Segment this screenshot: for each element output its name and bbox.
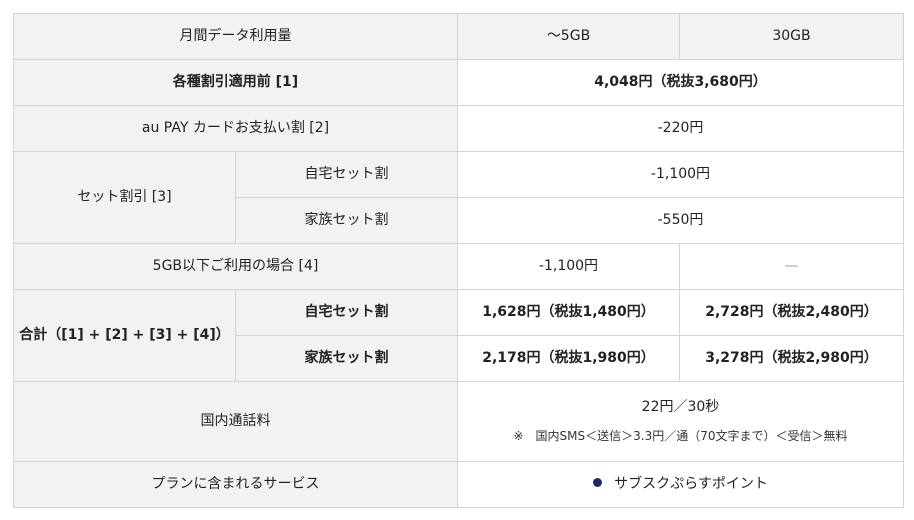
services-value: サブスクぷらすポイント xyxy=(614,475,768,492)
au-pay-row: au PAY カードお支払い割 [2] -220円 xyxy=(13,105,904,152)
under-5gb-label: 5GB以下ご利用の場合 [4] xyxy=(13,243,458,290)
total-home-row: 合計（[1] + [2] + [3] + [4]） 自宅セット割 1,628円（… xyxy=(13,289,904,382)
domestic-call-value: 22円／30秒 xyxy=(641,399,720,416)
au-pay-label: au PAY カードお支払い割 [2] xyxy=(13,105,458,152)
total-family-value-5gb: 2,178円（税抜1,980円） xyxy=(457,335,680,382)
total-family-value-30gb: 3,278円（税抜2,980円） xyxy=(679,335,904,382)
under-5gb-row: 5GB以下ご利用の場合 [4] -1,100円 — xyxy=(13,243,904,290)
plan-5gb-header: 〜5GB xyxy=(457,13,680,60)
set-discount-home-row: セット割引 [3] 自宅セット割 -1,100円 xyxy=(13,151,904,244)
data-usage-header: 月間データ利用量 xyxy=(13,13,458,60)
services-label: プランに含まれるサービス xyxy=(13,461,458,508)
total-family-label: 家族セット割 xyxy=(235,335,458,382)
au-pay-value: -220円 xyxy=(457,105,904,152)
plan-30gb-header: 30GB xyxy=(679,13,904,60)
set-discount-label: セット割引 [3] xyxy=(13,151,236,244)
total-label: 合計（[1] + [2] + [3] + [4]） xyxy=(13,289,236,382)
total-home-value-5gb: 1,628円（税抜1,480円） xyxy=(457,289,680,336)
pricing-table: 月間データ利用量 〜5GB 30GB 各種割引適用前 [1] 4,048円（税抜… xyxy=(13,13,904,508)
header-row: 月間データ利用量 〜5GB 30GB xyxy=(13,13,904,60)
base-price-value: 4,048円（税抜3,680円） xyxy=(457,59,904,106)
total-home-value-30gb: 2,728円（税抜2,480円） xyxy=(679,289,904,336)
domestic-call-row: 国内通話料 22円／30秒 ※ 国内SMS＜送信＞3.3円／通（70文字まで）＜… xyxy=(13,381,904,462)
base-price-label: 各種割引適用前 [1] xyxy=(13,59,458,106)
total-home-label: 自宅セット割 xyxy=(235,289,458,336)
bullet-icon xyxy=(593,477,603,487)
base-price-row: 各種割引適用前 [1] 4,048円（税抜3,680円） xyxy=(13,59,904,106)
domestic-call-label: 国内通話料 xyxy=(13,381,458,462)
services-cell: サブスクぷらすポイント xyxy=(457,461,904,508)
set-discount-home-value: -1,100円 xyxy=(457,151,904,198)
set-discount-family-label: 家族セット割 xyxy=(235,197,458,244)
services-row: プランに含まれるサービス サブスクぷらすポイント xyxy=(13,461,904,508)
domestic-call-cell: 22円／30秒 ※ 国内SMS＜送信＞3.3円／通（70文字まで）＜受信＞無料 xyxy=(457,381,904,462)
under-5gb-value-30gb: — xyxy=(679,243,904,290)
domestic-sms-note: ※ 国内SMS＜送信＞3.3円／通（70文字まで）＜受信＞無料 xyxy=(513,428,848,443)
set-discount-family-value: -550円 xyxy=(457,197,904,244)
under-5gb-value-5gb: -1,100円 xyxy=(457,243,680,290)
set-discount-home-label: 自宅セット割 xyxy=(235,151,458,198)
